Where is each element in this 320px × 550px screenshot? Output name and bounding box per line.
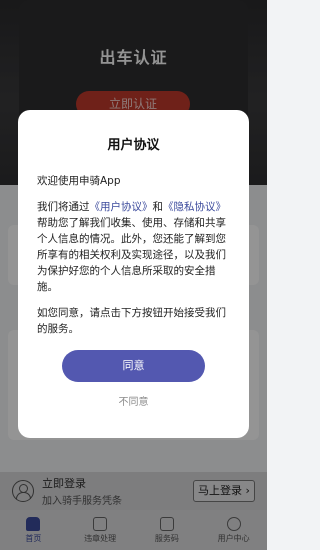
agree-button[interactable]: 同意	[62, 350, 205, 382]
para-text: 和	[152, 201, 164, 213]
consent-paragraph: 如您同意，请点击下方按钮开始接受我们的服务。	[37, 307, 226, 335]
disagree-button[interactable]: 不同意	[18, 393, 249, 408]
para-text: 帮助您了解我们收集、使用、存储和共享个人信息的情况。此外，您还能了解到您所享有的…	[37, 217, 226, 293]
user-agreement-link[interactable]: 《用户协议》	[90, 201, 153, 213]
dialog-title: 用户协议	[107, 138, 160, 153]
welcome-text: 欢迎使用申骑App	[37, 175, 121, 187]
user-agreement-dialog: 用户协议 欢迎使用申骑App 我们将通过《用户协议》和《隐私协议》帮助您了解我们…	[18, 110, 249, 438]
dialog-body: 欢迎使用申骑App 我们将通过《用户协议》和《隐私协议》帮助您了解我们收集、使用…	[37, 173, 235, 347]
para-text: 我们将通过	[37, 201, 90, 213]
agreement-paragraph: 我们将通过《用户协议》和《隐私协议》帮助您了解我们收集、使用、存储和共享个人信息…	[37, 199, 235, 295]
privacy-policy-link[interactable]: 《隐私协议》	[163, 201, 226, 213]
